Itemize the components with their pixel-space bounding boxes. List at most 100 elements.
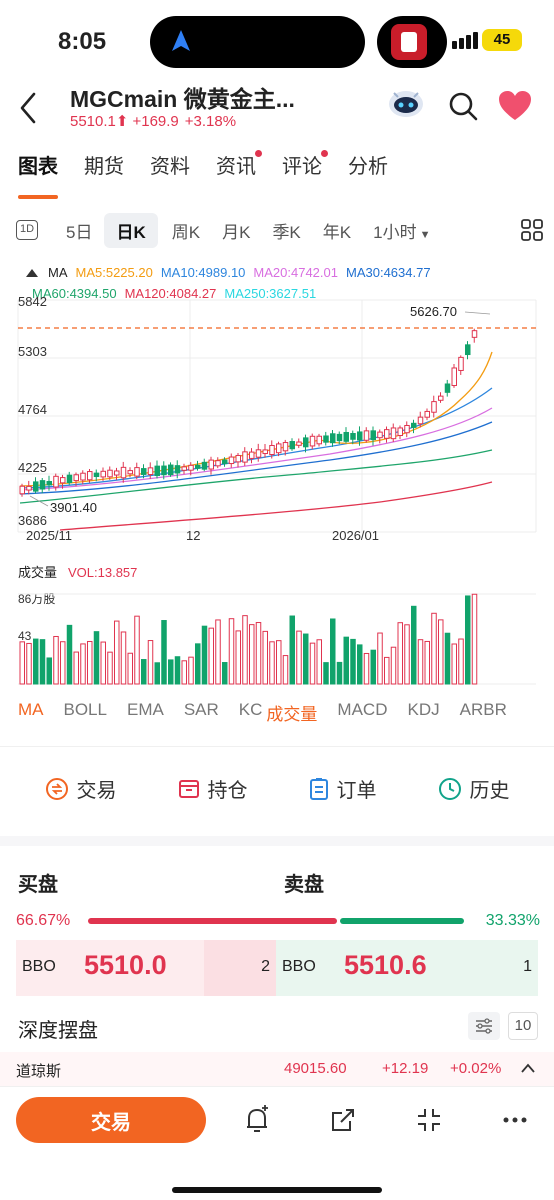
depth-level-selector[interactable]: 10 [508,1012,538,1040]
candle-body [39,480,46,490]
volume-bar [235,630,241,685]
orders-action-label: 订单 [336,780,377,802]
volume-bar [262,630,268,685]
candle-body [242,451,248,463]
trade-button[interactable]: 交易 [16,1097,206,1143]
tab-analysis[interactable]: 分析 [348,150,388,190]
volume-bar [404,624,410,685]
indicator-arbr[interactable]: ARBR [460,700,507,725]
tab-label: 资料 [150,156,190,178]
volume-bar [188,656,194,685]
candle-body [316,435,322,445]
candle-body [276,443,282,454]
candle-body [390,427,397,440]
notification-dot [321,150,328,157]
candle-body [73,474,79,482]
status-time: 8:05 [58,28,107,55]
price-alert-bell-icon[interactable] [242,1105,272,1135]
period-monthly-k[interactable]: 月K [222,218,250,243]
volume-bar [397,622,403,685]
trade-icon [45,777,68,800]
up-arrow-icon: ⬆ [115,113,129,130]
candle-body [228,456,235,465]
trade-action[interactable]: 交易 [45,774,117,803]
candle-body [350,433,356,440]
indicator-macd[interactable]: MACD [337,700,387,725]
candle-body [46,480,52,486]
tab-comments[interactable]: 评论 [282,150,328,190]
period-weekly-k[interactable]: 周K [172,218,200,243]
price-change: +169.9 [132,113,179,130]
robot-assistant-icon[interactable] [386,86,426,122]
candle-body [19,485,25,495]
sell-percent: 33.33% [485,912,540,929]
buy-percent: 66.67% [16,912,71,929]
ma-label: MA [48,265,68,280]
volume-bar [46,657,52,685]
more-options-icon[interactable] [500,1105,530,1135]
best-bid-row[interactable]: BBO 5510.0 2 [16,940,276,996]
tab-chart[interactable]: 图表 [18,150,58,199]
candle-body [343,431,349,442]
volume-bar [323,662,329,685]
search-icon[interactable] [448,91,478,121]
volume-bar [161,620,167,685]
index-ticker[interactable]: 道琼斯 49015.60 +12.19 +0.02% [0,1052,554,1086]
back-icon[interactable] [14,90,42,126]
period-quarterly-k[interactable]: 季K [272,218,300,243]
candle-body [127,470,133,475]
tab-news[interactable]: 资讯 [216,150,262,190]
ticker-change: +12.19 [382,1060,429,1077]
history-action[interactable]: 历史 [438,774,510,803]
volume-bar [316,639,322,685]
indicator-volume[interactable]: 成交量 [266,700,317,725]
collapse-triangle-icon[interactable] [26,269,38,277]
period-yearly-k[interactable]: 年K [323,218,351,243]
candle-body [181,466,187,471]
y-tick-label: 3686 [18,513,47,528]
candle-body [262,449,268,455]
indicator-ema[interactable]: EMA [127,700,164,725]
action-bar: 交易 持仓 订单 历史 [0,774,554,803]
tab-label: 分析 [348,156,388,178]
period-hourly-dropdown[interactable]: 1小时 ▼ [373,218,430,243]
indicator-kdj[interactable]: KDJ [407,700,439,725]
orders-action[interactable]: 订单 [309,774,377,803]
fullscreen-exit-icon[interactable] [414,1105,444,1135]
indicator-boll[interactable]: BOLL [64,700,107,725]
divider [0,746,554,747]
candlestick-chart[interactable]: 5842 5303 4764 4225 3686 2025/11 12 2026… [0,290,554,690]
volume-bar [33,638,39,685]
battery-indicator: 45 [482,29,522,51]
indicator-ma[interactable]: MA [18,700,44,725]
indicator-kc[interactable]: KC [239,700,263,725]
tab-futures[interactable]: 期货 [84,150,124,190]
volume-bar [168,659,174,685]
layout-grid-icon[interactable] [520,218,544,242]
candle-body [26,485,32,491]
period-daily-k[interactable]: 日K [104,212,158,248]
volume-bar [100,641,106,685]
chevron-up-icon[interactable] [520,1062,536,1074]
candle-body [93,472,100,478]
volume-bar [303,633,309,685]
tab-profile[interactable]: 资料 [150,150,190,190]
depth-settings-icon[interactable] [468,1012,500,1040]
volume-bar [134,615,140,685]
depth-title: 深度摆盘 [18,1020,98,1042]
best-ask-row[interactable]: BBO 5510.6 1 [276,940,538,996]
volume-bar [73,651,79,685]
period-1d[interactable]: 1D [16,220,38,240]
instrument-title: MGCmain 微黄金主... [70,86,295,112]
buy-ratio-bar [88,918,337,924]
share-icon[interactable] [328,1105,358,1135]
volume-bar [141,659,147,685]
history-action-label: 历史 [469,780,510,802]
period-5d[interactable]: 5日 [66,218,92,243]
positions-action[interactable]: 持仓 [178,774,248,803]
favorite-heart-icon[interactable] [498,90,532,122]
bid-quantity: 2 [261,958,270,975]
high-label-leader [464,311,491,315]
indicator-sar[interactable]: SAR [184,700,219,725]
candle-body [424,410,430,418]
